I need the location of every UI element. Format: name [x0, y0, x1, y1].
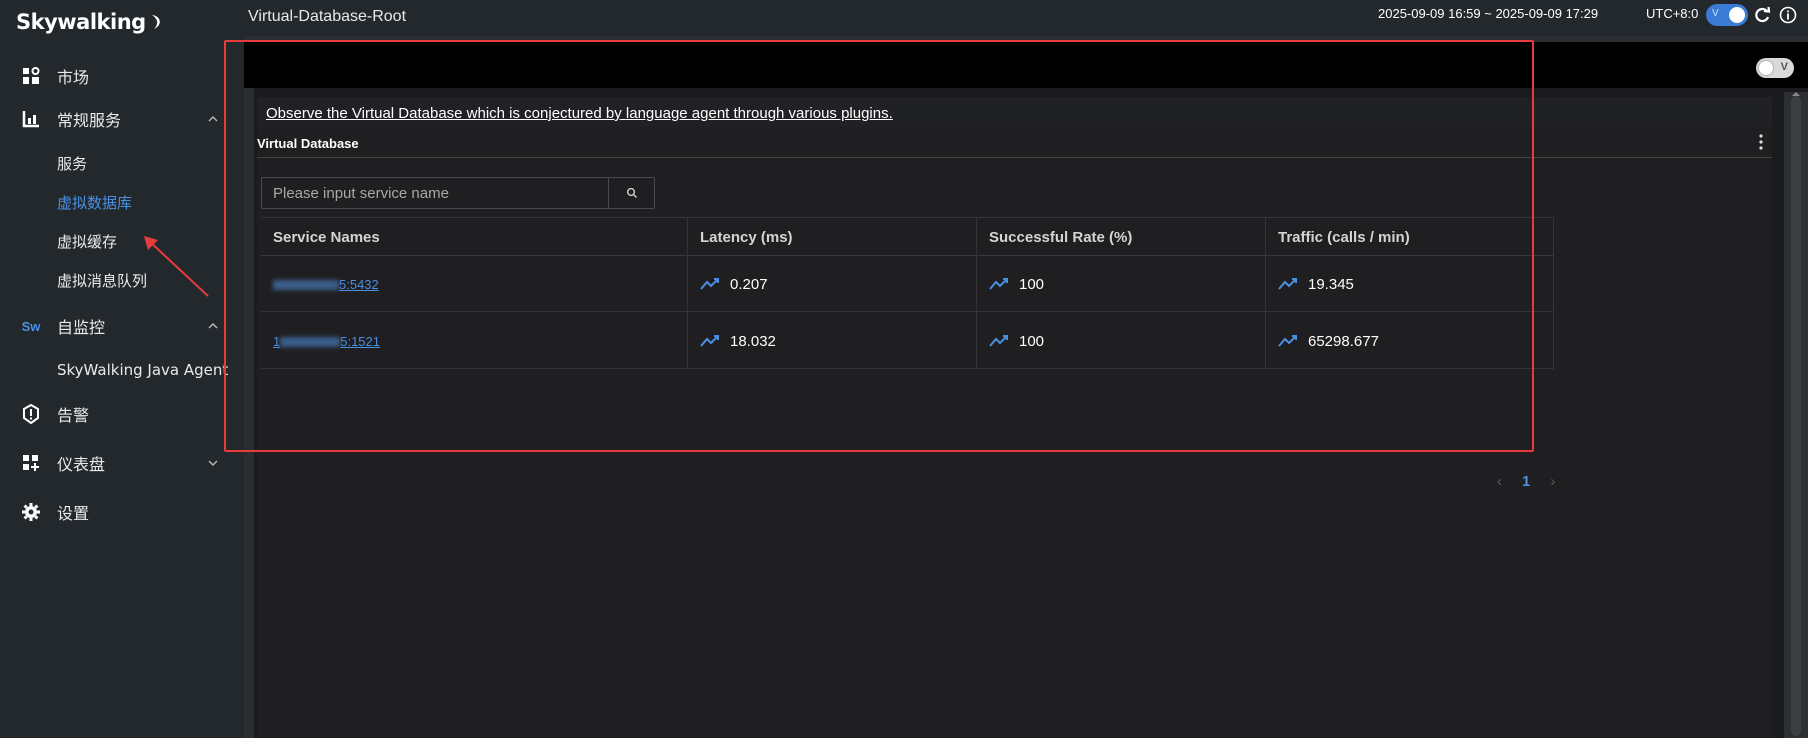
success-rate-value: 100 [1019, 332, 1045, 350]
time-range-picker[interactable]: 2025-09-09 16:59 ~ 2025-09-09 17:29 [1378, 6, 1598, 21]
sidebar-item-label: 服务 [57, 154, 88, 173]
search-icon [626, 187, 637, 198]
service-name-cell: 5:5432 [261, 256, 687, 312]
refresh-icon[interactable] [1752, 5, 1772, 25]
sw-icon: Sw [20, 315, 42, 337]
main-content: V Observe the Virtual Database which is … [244, 36, 1808, 738]
logo-swoosh-icon [151, 15, 160, 29]
sidebar-item-service[interactable]: 服务 [0, 145, 244, 181]
scrollbar-thumb[interactable] [1791, 96, 1801, 736]
info-icon[interactable] [1778, 5, 1798, 25]
trend-chart-icon[interactable] [989, 277, 1009, 291]
traffic-value: 19.345 [1308, 275, 1354, 293]
sidebar-item-general-service[interactable]: 常规服务 [0, 99, 244, 139]
sidebar-item-label: 设置 [57, 504, 90, 523]
chevron-up-icon [208, 116, 218, 122]
sidebar-item-label: 告警 [57, 406, 90, 425]
card-header: Virtual Database [257, 126, 1772, 158]
service-link[interactable]: 1 5:1521 [273, 334, 380, 349]
brand-logo[interactable]: Skywalking [16, 10, 163, 34]
alert-icon [20, 403, 42, 425]
annotation-arrow-icon [144, 236, 209, 297]
sidebar-item-self-observability[interactable]: Sw 自监控 [0, 306, 244, 346]
traffic-cell: 65298.677 [1266, 313, 1553, 369]
trend-chart-icon[interactable] [1278, 334, 1298, 348]
description-link[interactable]: Observe the Virtual Database which is co… [266, 105, 893, 122]
table-row: 1 5:1521 18.032 100 65298.677 [261, 313, 1553, 369]
sidebar-item-label: 虚拟缓存 [57, 232, 118, 251]
sidebar-item-label: 虚拟数据库 [57, 193, 133, 212]
search-input[interactable] [262, 178, 614, 208]
left-rail [244, 88, 254, 738]
table-header: Service Names Latency (ms) Successful Ra… [261, 217, 1553, 256]
sidebar-item-label: 仪表盘 [57, 455, 106, 474]
card-title: Virtual Database [257, 136, 359, 151]
page-title: Virtual-Database-Root [248, 8, 407, 25]
gear-icon [20, 501, 42, 523]
service-search [261, 177, 655, 209]
edit-mode-toggle[interactable]: V [1756, 58, 1794, 78]
column-divider [1553, 217, 1554, 369]
next-page-button[interactable]: › [1550, 473, 1555, 490]
timezone-label[interactable]: UTC+8:0 [1646, 6, 1698, 21]
column-header-success-rate: Successful Rate (%) [989, 228, 1133, 246]
sidebar-item-label: 常规服务 [57, 111, 122, 130]
column-header-service-names: Service Names [273, 228, 380, 246]
top-bar: Virtual-Database-Root 2025-09-09 16:59 ~… [244, 0, 1808, 36]
trend-chart-icon[interactable] [700, 334, 720, 348]
sidebar-item-label: SkyWalking Java Agent [57, 361, 229, 379]
virtual-database-card: Virtual Database Service Names Latency (… [257, 126, 1772, 738]
sidebar-item-label: 虚拟消息队列 [57, 271, 148, 290]
search-button[interactable] [608, 178, 654, 208]
column-header-traffic: Traffic (calls / min) [1278, 228, 1410, 246]
chevron-down-icon [208, 460, 218, 466]
redacted-text [280, 337, 341, 348]
service-name-cell: 1 5:1521 [261, 313, 687, 369]
sidebar-item-label: 市场 [57, 68, 90, 87]
chart-icon [20, 108, 42, 130]
latency-cell: 18.032 [688, 313, 976, 369]
toggle-knob [1759, 61, 1773, 75]
traffic-value: 65298.677 [1308, 332, 1379, 350]
latency-value: 0.207 [730, 275, 768, 293]
page-number[interactable]: 1 [1522, 473, 1530, 490]
service-link[interactable]: 5:5432 [273, 277, 379, 292]
toggle-label: V [1780, 61, 1788, 73]
scroll-up-icon[interactable] [1790, 88, 1802, 100]
trend-chart-icon[interactable] [1278, 277, 1298, 291]
success-rate-value: 100 [1019, 275, 1045, 293]
table-row: 5:5432 0.207 100 19.345 [261, 256, 1553, 312]
sidebar-item-label: 自监控 [57, 318, 106, 337]
sw-badge: Sw [21, 318, 41, 334]
auto-refresh-toggle[interactable]: V [1706, 4, 1748, 26]
sidebar-item-virtual-database[interactable]: 虚拟数据库 [0, 184, 244, 220]
sidebar-item-marketplace[interactable]: 市场 [0, 56, 244, 96]
latency-value: 18.032 [730, 332, 776, 350]
toggle-knob [1729, 7, 1745, 23]
column-header-latency: Latency (ms) [700, 228, 793, 246]
sidebar-item-alerting[interactable]: 告警 [0, 394, 244, 434]
sidebar-item-skywalking-java-agent[interactable]: SkyWalking Java Agent [0, 352, 244, 388]
marketplace-icon [20, 65, 42, 87]
success-rate-cell: 100 [977, 313, 1265, 369]
sidebar-item-settings[interactable]: 设置 [0, 492, 244, 532]
tool-strip: V [244, 36, 1808, 88]
sidebar-item-dashboard[interactable]: 仪表盘 [0, 443, 244, 483]
latency-cell: 0.207 [688, 256, 976, 312]
sidebar: Skywalking 市场 常规服务 服务 虚拟数据库 虚拟缓存 虚拟消息队列 … [0, 0, 244, 738]
prev-page-button[interactable]: ‹ [1497, 473, 1502, 490]
trend-chart-icon[interactable] [989, 334, 1009, 348]
brand-name: Skywalking [16, 10, 146, 34]
traffic-cell: 19.345 [1266, 256, 1553, 312]
more-options-icon[interactable] [1758, 132, 1764, 152]
dashboard-icon [20, 452, 42, 474]
trend-chart-icon[interactable] [700, 277, 720, 291]
pagination: ‹ 1 › [1497, 473, 1555, 490]
chevron-up-icon [208, 323, 218, 329]
success-rate-cell: 100 [977, 256, 1265, 312]
redacted-text [273, 280, 339, 291]
toggle-label: V [1712, 8, 1719, 19]
